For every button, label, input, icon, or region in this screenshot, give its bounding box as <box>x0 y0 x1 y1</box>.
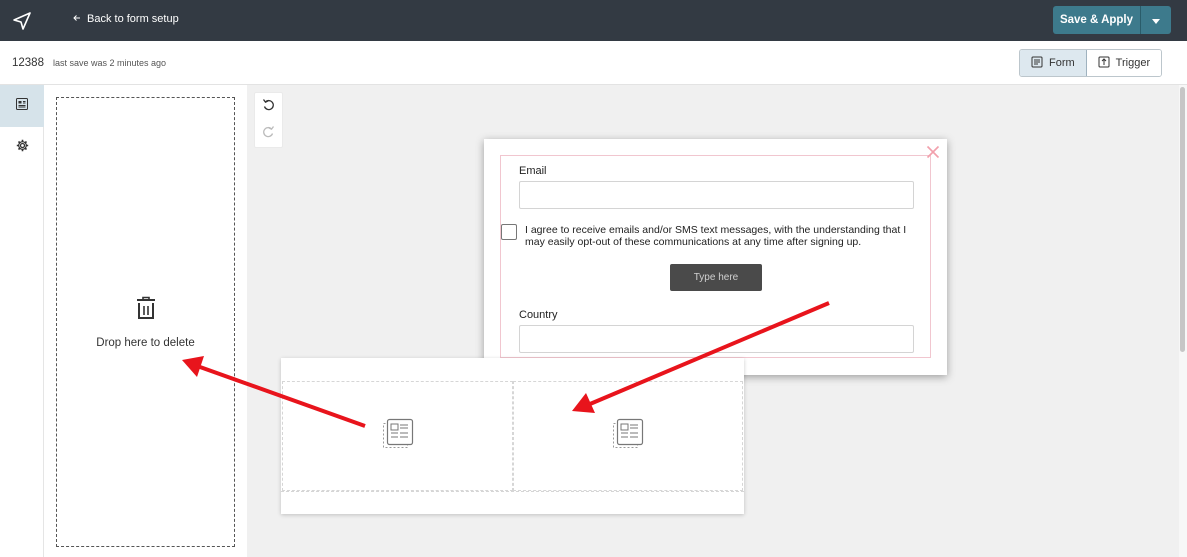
consent-checkbox[interactable] <box>501 224 517 240</box>
caret-down-icon <box>1152 11 1160 29</box>
tab-form[interactable]: Form <box>1020 50 1087 76</box>
redo-button[interactable] <box>255 120 282 147</box>
trash-icon <box>136 296 156 325</box>
undo-button[interactable] <box>255 93 282 120</box>
block-placeholder-icon <box>381 417 415 456</box>
arrow-left-icon <box>73 13 81 25</box>
form-id: 12388 <box>12 57 44 69</box>
consent-text: I agree to receive emails and/or SMS tex… <box>525 224 907 248</box>
back-to-form-setup-link[interactable]: Back to form setup <box>73 13 179 25</box>
tab-form-label: Form <box>1049 57 1075 69</box>
dragged-row-block[interactable] <box>281 358 744 514</box>
view-toggle: Form Trigger <box>1019 49 1163 77</box>
tab-trigger-label: Trigger <box>1115 57 1151 69</box>
sidebar <box>0 85 44 557</box>
form-elements-icon <box>16 97 28 115</box>
sidebar-item-settings[interactable] <box>0 127 44 169</box>
form-icon <box>1031 56 1043 71</box>
canvas-scrollbar[interactable] <box>1179 85 1187 557</box>
submit-button[interactable]: Type here <box>670 264 762 291</box>
save-status: last save was 2 minutes ago <box>53 58 167 68</box>
save-options-button[interactable] <box>1141 6 1171 34</box>
row-column-left[interactable] <box>282 381 513 491</box>
paper-plane-icon[interactable] <box>0 0 44 41</box>
tab-trigger[interactable]: Trigger <box>1086 50 1162 76</box>
scrollbar-thumb[interactable] <box>1180 87 1185 352</box>
dropzone-label: Drop here to delete <box>96 336 195 349</box>
form-popup-preview: Email I agree to receive emails and/or S… <box>484 139 947 375</box>
gear-icon <box>16 139 29 157</box>
row-column-right[interactable] <box>513 381 743 491</box>
save-and-apply-button[interactable]: Save & Apply <box>1053 6 1141 34</box>
close-icon[interactable] <box>926 145 940 159</box>
country-field[interactable] <box>519 325 914 353</box>
save-button-group: Save & Apply <box>1053 6 1171 34</box>
redo-icon <box>262 125 275 143</box>
trigger-icon <box>1098 56 1110 71</box>
email-label: Email <box>519 165 547 177</box>
status-bar: 12388 last save was 2 minutes ago Form T… <box>0 41 1187 85</box>
delete-dropzone[interactable]: Drop here to delete <box>56 97 235 547</box>
row-divider <box>281 491 744 492</box>
country-label: Country <box>519 309 558 321</box>
elements-panel: Drop here to delete <box>44 85 247 557</box>
history-controls <box>254 92 283 148</box>
back-link-label: Back to form setup <box>87 13 179 25</box>
top-bar: Back to form setup Save & Apply <box>0 0 1187 41</box>
sidebar-item-elements[interactable] <box>0 85 44 127</box>
undo-icon <box>262 98 275 116</box>
block-placeholder-icon <box>611 417 645 456</box>
email-field[interactable] <box>519 181 914 209</box>
